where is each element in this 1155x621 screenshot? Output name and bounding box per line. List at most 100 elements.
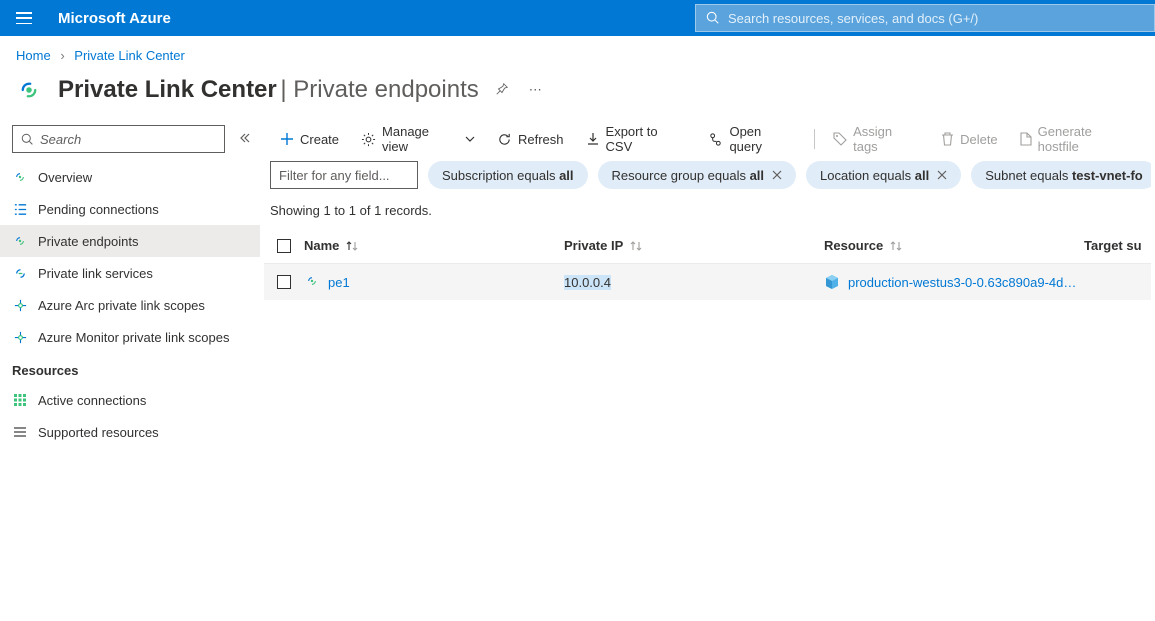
filter-pill-location[interactable]: Location equals all xyxy=(806,161,961,189)
open-query-button[interactable]: Open query xyxy=(698,123,806,155)
row-name-link[interactable]: pe1 xyxy=(328,275,350,290)
cube-icon xyxy=(824,274,840,290)
filter-pill-subnet[interactable]: Subnet equals test-vnet-fo xyxy=(971,161,1151,189)
sidebar-item-supported-resources[interactable]: Supported resources xyxy=(0,416,260,448)
link-service-icon xyxy=(12,265,28,281)
filter-bar: Subscription equals all Resource group e… xyxy=(264,161,1151,203)
more-icon[interactable]: ⋯ xyxy=(525,78,546,102)
breadcrumb: Home › Private Link Center xyxy=(0,36,1155,69)
column-header-resource[interactable]: Resource xyxy=(824,238,1084,253)
create-button[interactable]: Create xyxy=(270,123,349,155)
create-label: Create xyxy=(300,132,339,147)
sidebar-item-private-endpoints[interactable]: Private endpoints xyxy=(0,225,260,257)
select-all-checkbox[interactable] xyxy=(277,239,291,253)
records-count: Showing 1 to 1 of 1 records. xyxy=(264,203,1151,228)
row-resource-link[interactable]: production-westus3-0-0.63c890a9-4d… xyxy=(848,275,1076,290)
trash-icon xyxy=(941,132,954,146)
sidebar-section-resources: Resources xyxy=(0,353,260,384)
grid-icon xyxy=(12,392,28,408)
sidebar-item-label: Azure Arc private link scopes xyxy=(38,298,205,313)
chevron-double-left-icon xyxy=(239,132,251,144)
export-csv-button[interactable]: Export to CSV xyxy=(576,123,697,155)
private-link-icon xyxy=(12,73,46,107)
sidebar-item-label: Private endpoints xyxy=(38,234,138,249)
list-icon xyxy=(12,424,28,440)
sidebar-item-label: Azure Monitor private link scopes xyxy=(38,330,229,345)
table-row[interactable]: pe1 10.0.0.4 production-westus3-0-0.63c8… xyxy=(264,264,1151,300)
table-header: Name Private IP Resource Target su xyxy=(264,228,1151,264)
search-icon xyxy=(21,133,34,146)
filter-pill-resource-group[interactable]: Resource group equals all xyxy=(598,161,797,189)
manage-view-label: Manage view xyxy=(382,124,457,154)
global-search[interactable] xyxy=(695,4,1155,32)
main-content: Create Manage view Refresh Export to CSV… xyxy=(260,117,1155,456)
tag-icon xyxy=(833,132,847,146)
endpoint-icon xyxy=(304,273,320,292)
toolbar: Create Manage view Refresh Export to CSV… xyxy=(264,117,1151,161)
sidebar-item-label: Pending connections xyxy=(38,202,159,217)
assign-tags-button[interactable]: Assign tags xyxy=(823,123,929,155)
breadcrumb-home[interactable]: Home xyxy=(16,48,51,63)
delete-button[interactable]: Delete xyxy=(931,123,1008,155)
chevron-down-icon xyxy=(465,134,475,144)
monitor-icon xyxy=(12,329,28,345)
sort-icon xyxy=(629,240,643,252)
sidebar-item-label: Active connections xyxy=(38,393,146,408)
toolbar-separator xyxy=(814,129,815,149)
pin-icon[interactable] xyxy=(491,78,513,103)
file-icon xyxy=(1020,132,1032,146)
close-icon[interactable] xyxy=(937,168,947,183)
plus-icon xyxy=(280,132,294,146)
blade-header: Private Link Center | Private endpoints … xyxy=(0,69,1155,117)
column-header-target[interactable]: Target su xyxy=(1084,238,1151,253)
sidebar: Overview Pending connections Private end… xyxy=(0,117,260,456)
sort-icon xyxy=(889,240,903,252)
sidebar-item-active-connections[interactable]: Active connections xyxy=(0,384,260,416)
refresh-button[interactable]: Refresh xyxy=(487,123,574,155)
generate-hostfile-label: Generate hostfile xyxy=(1038,124,1135,154)
brand-label: Microsoft Azure xyxy=(48,10,171,27)
hamburger-menu[interactable] xyxy=(0,0,48,36)
filter-pill-subscription[interactable]: Subscription equals all xyxy=(428,161,588,189)
filter-input[interactable] xyxy=(270,161,418,189)
arc-icon xyxy=(12,297,28,313)
page-title: Private Link Center xyxy=(58,76,277,103)
download-icon xyxy=(586,132,600,146)
sidebar-item-pending[interactable]: Pending connections xyxy=(0,193,260,225)
sidebar-item-label: Private link services xyxy=(38,266,153,281)
hamburger-icon xyxy=(16,12,32,24)
gear-icon xyxy=(361,132,376,147)
assign-tags-label: Assign tags xyxy=(853,124,919,154)
search-icon xyxy=(706,11,720,25)
sidebar-item-label: Overview xyxy=(38,170,92,185)
close-icon[interactable] xyxy=(772,168,782,183)
export-csv-label: Export to CSV xyxy=(606,124,687,154)
sidebar-item-link-services[interactable]: Private link services xyxy=(0,257,260,289)
row-private-ip: 10.0.0.4 xyxy=(564,275,611,290)
refresh-icon xyxy=(497,132,512,147)
sidebar-item-overview[interactable]: Overview xyxy=(0,161,260,193)
row-checkbox[interactable] xyxy=(277,275,291,289)
column-header-name[interactable]: Name xyxy=(304,238,564,253)
sidebar-item-label: Supported resources xyxy=(38,425,159,440)
page-subtitle: | Private endpoints xyxy=(280,76,478,103)
chevron-right-icon: › xyxy=(60,48,64,63)
column-header-private-ip[interactable]: Private IP xyxy=(564,238,824,253)
sidebar-search-input[interactable] xyxy=(40,132,216,147)
sidebar-item-monitor-scopes[interactable]: Azure Monitor private link scopes xyxy=(0,321,260,353)
overview-icon xyxy=(12,169,28,185)
open-query-label: Open query xyxy=(729,124,796,154)
endpoint-icon xyxy=(12,233,28,249)
breadcrumb-current[interactable]: Private Link Center xyxy=(74,48,185,63)
collapse-sidebar-button[interactable] xyxy=(239,132,251,147)
manage-view-button[interactable]: Manage view xyxy=(351,123,485,155)
generate-hostfile-button[interactable]: Generate hostfile xyxy=(1010,123,1145,155)
query-icon xyxy=(708,132,723,147)
list-check-icon xyxy=(12,201,28,217)
sidebar-search[interactable] xyxy=(12,125,225,153)
sidebar-item-arc-scopes[interactable]: Azure Arc private link scopes xyxy=(0,289,260,321)
global-search-input[interactable] xyxy=(728,11,1144,26)
sort-icon xyxy=(345,240,359,252)
delete-label: Delete xyxy=(960,132,998,147)
refresh-label: Refresh xyxy=(518,132,564,147)
